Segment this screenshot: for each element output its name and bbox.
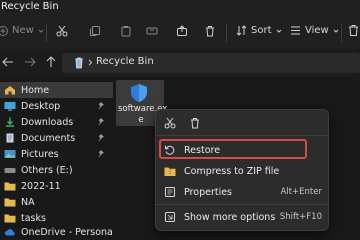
menu-item-label: Restore bbox=[184, 144, 221, 156]
toolbar-separator-3 bbox=[341, 24, 342, 42]
rename-icon[interactable] bbox=[146, 25, 158, 37]
menu-item-restore[interactable]: Restore bbox=[156, 140, 328, 160]
sidebar-item-onedrive[interactable]: OneDrive - Personal bbox=[0, 224, 116, 240]
menu-item-properties[interactable]: Properties Alt+Enter bbox=[156, 182, 328, 202]
empty-recycle-bin-icon[interactable] bbox=[347, 24, 360, 37]
sidebar-item-label: NA bbox=[21, 196, 35, 208]
sidebar-item-label: tasks bbox=[21, 212, 46, 224]
sidebar-item-na[interactable]: NA bbox=[0, 194, 113, 210]
sidebar-item-label: OneDrive - Personal bbox=[21, 226, 116, 238]
new-label: New bbox=[12, 25, 34, 36]
context-menu: Restore Compress to ZIP file Properties … bbox=[155, 109, 329, 231]
documents-icon bbox=[6, 133, 14, 143]
pin-icon bbox=[98, 118, 104, 125]
toolbar-separator-2 bbox=[226, 24, 227, 42]
menu-divider bbox=[156, 135, 328, 136]
folder-icon bbox=[4, 198, 16, 207]
up-arrow-icon[interactable] bbox=[45, 56, 57, 68]
recycle-bin-icon bbox=[74, 57, 84, 69]
folder-icon bbox=[4, 182, 16, 191]
toolbar-separator bbox=[46, 24, 47, 42]
navigation-pane: Home Desktop Downloads Documents Picture… bbox=[0, 77, 116, 240]
sidebar-item-2022-11[interactable]: 2022-11 bbox=[0, 178, 113, 194]
delete-icon[interactable] bbox=[204, 25, 216, 37]
sidebar-item-label: Pictures bbox=[21, 148, 59, 160]
sidebar-item-label: Others (E:) bbox=[21, 164, 73, 176]
chevron-down-icon bbox=[38, 28, 44, 34]
menu-item-label: Compress to ZIP file bbox=[184, 165, 280, 177]
sidebar-item-label: Documents bbox=[21, 132, 76, 144]
cloud-icon bbox=[4, 229, 15, 236]
drive-icon bbox=[4, 168, 16, 173]
restore-icon bbox=[165, 145, 175, 155]
sidebar-item-desktop[interactable]: Desktop bbox=[0, 98, 113, 114]
pin-icon bbox=[98, 150, 104, 157]
new-button[interactable]: New bbox=[0, 25, 44, 36]
sort-label: Sort bbox=[251, 25, 272, 36]
pin-icon bbox=[98, 102, 104, 109]
desktop-icon bbox=[4, 102, 16, 111]
window-title: Recycle Bin bbox=[1, 1, 59, 12]
sidebar-item-label: Downloads bbox=[21, 116, 74, 128]
menu-item-shortcut: Shift+F10 bbox=[279, 212, 322, 222]
properties-icon bbox=[165, 187, 175, 197]
menu-item-label: Show more options bbox=[184, 211, 276, 223]
more-options-icon bbox=[165, 212, 175, 222]
sidebar-item-label: Desktop bbox=[21, 100, 61, 112]
address-path: Recycle Bin bbox=[96, 56, 154, 67]
sidebar-item-home[interactable]: Home bbox=[0, 82, 113, 98]
plus-icon bbox=[0, 25, 8, 36]
sidebar-item-pictures[interactable]: Pictures bbox=[0, 146, 113, 162]
sort-icon bbox=[236, 25, 247, 36]
chevron-down-icon bbox=[276, 28, 282, 34]
download-icon bbox=[6, 117, 14, 127]
copy-icon[interactable] bbox=[89, 25, 101, 37]
menu-item-label: Properties bbox=[184, 186, 233, 198]
cut-icon[interactable] bbox=[164, 117, 176, 129]
sidebar-item-label: 2022-11 bbox=[21, 180, 61, 192]
menu-item-compress-zip[interactable]: Compress to ZIP file bbox=[156, 161, 328, 181]
pictures-icon bbox=[4, 150, 16, 158]
menu-divider bbox=[156, 204, 328, 205]
sidebar-item-others-e[interactable]: Others (E:) bbox=[0, 162, 113, 178]
share-icon[interactable] bbox=[176, 25, 188, 37]
chevron-right-icon bbox=[88, 59, 93, 66]
cut-icon[interactable] bbox=[56, 25, 68, 37]
pin-icon bbox=[98, 134, 104, 141]
folder-icon bbox=[4, 214, 16, 223]
sidebar-item-downloads[interactable]: Downloads bbox=[0, 114, 113, 130]
shield-icon bbox=[129, 83, 149, 103]
sidebar-item-documents[interactable]: Documents bbox=[0, 130, 113, 146]
chevron-down-icon bbox=[333, 28, 339, 34]
sort-button[interactable]: Sort bbox=[236, 25, 282, 36]
home-icon bbox=[5, 86, 15, 95]
menu-item-show-more-options[interactable]: Show more options Shift+F10 bbox=[156, 207, 328, 227]
view-icon bbox=[290, 25, 301, 36]
forward-arrow-icon[interactable] bbox=[24, 56, 36, 68]
paste-icon[interactable] bbox=[120, 25, 132, 37]
view-button[interactable]: View bbox=[290, 25, 339, 36]
sidebar-item-label: Home bbox=[21, 84, 50, 96]
zip-icon bbox=[164, 167, 176, 176]
menu-item-shortcut: Alt+Enter bbox=[280, 187, 322, 197]
view-label: View bbox=[305, 25, 329, 36]
delete-icon[interactable] bbox=[189, 117, 201, 129]
back-arrow-icon[interactable] bbox=[2, 56, 14, 68]
